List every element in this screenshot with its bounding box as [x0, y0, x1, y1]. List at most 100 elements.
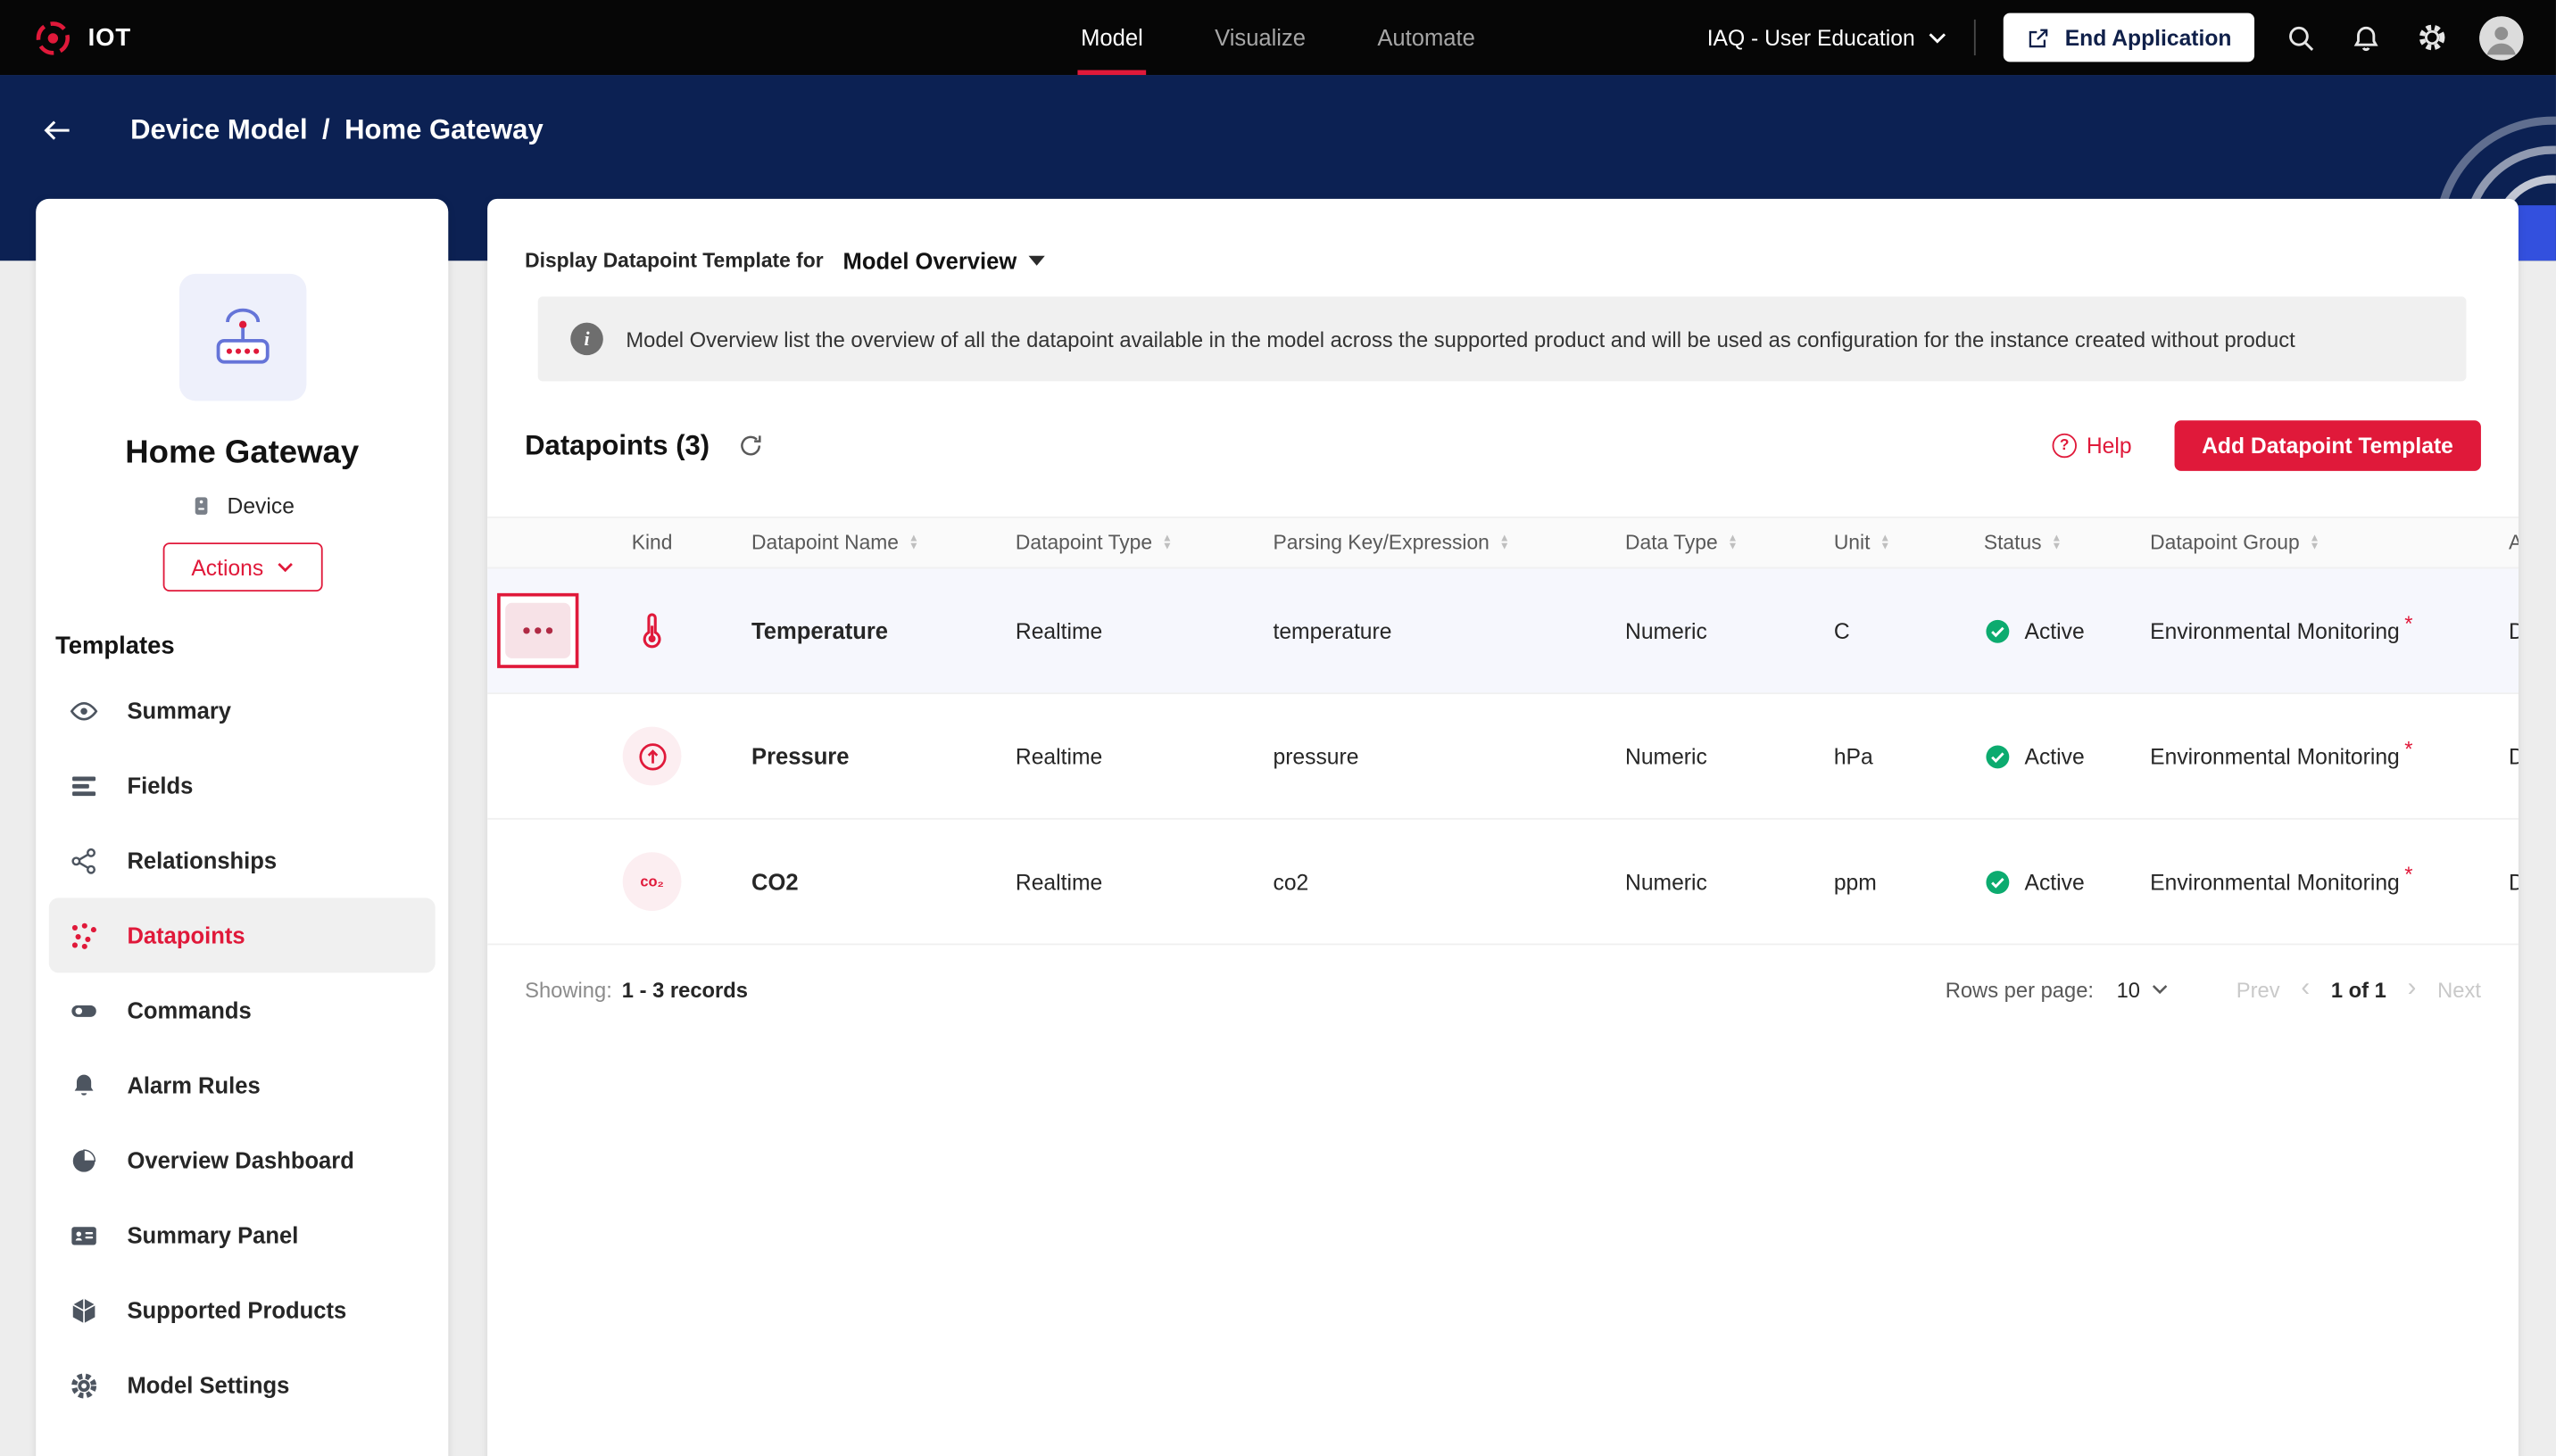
status-label: Active [2024, 743, 2085, 769]
required-asterisk: * [2404, 610, 2413, 635]
table-row-pressure: Pressure Realtime pressure Numeric hPa A… [487, 694, 2519, 820]
iot-logo-icon [33, 17, 74, 58]
parsing-key-cell: co2 [1273, 869, 1309, 894]
rows-per-page-value: 10 [2116, 976, 2141, 1002]
table-row-temperature: Temperature Realtime temperature Numeric… [487, 568, 2519, 695]
refresh-button[interactable] [734, 428, 768, 462]
chevron-right-icon[interactable]: › [2408, 975, 2417, 1002]
pagination-controls: Rows per page: 10 Prev ‹ 1 of 1 › Next [1946, 975, 2481, 1002]
sidebar-item-alarm-rules[interactable]: Alarm Rules [49, 1047, 436, 1122]
breadcrumb-separator: / [322, 113, 330, 145]
gear-icon [69, 1369, 100, 1401]
required-asterisk: * [2404, 861, 2413, 886]
nav-tab-visualize-label: Visualize [1215, 24, 1307, 51]
data-type-cell: Numeric [1625, 869, 1707, 894]
more-options-icon [523, 627, 553, 634]
back-button[interactable] [33, 108, 82, 153]
id-card-icon [69, 1220, 100, 1251]
device-type-label: Device [227, 493, 295, 518]
unit-cell: C [1833, 618, 1850, 643]
unit-cell: ppm [1833, 869, 1877, 894]
col-datapoint-group[interactable]: Datapoint Group ▲ ▼ [2128, 531, 2486, 554]
breadcrumb-device-model[interactable]: Device Model [130, 114, 307, 147]
sidebar-item-label: Relationships [127, 847, 278, 874]
actions-button[interactable]: Actions [162, 542, 322, 592]
clipped-cell: D [2485, 744, 2519, 768]
kind-cell [588, 609, 715, 651]
device-sidebar: Home Gateway Device Actions Templates Su… [36, 198, 449, 1456]
data-type-cell: Numeric [1625, 618, 1707, 643]
gear-icon [2416, 21, 2449, 54]
end-application-label: End Application [2064, 25, 2232, 50]
templates-menu: Summary Fields Relationships Datapoints [36, 673, 448, 1422]
nav-tab-automate[interactable]: Automate [1374, 0, 1479, 75]
status-cell: Active [1961, 616, 2127, 644]
sidebar-item-model-settings[interactable]: Model Settings [49, 1348, 436, 1423]
col-clipped[interactable]: A [2485, 531, 2519, 554]
sort-icon: ▲ ▼ [1498, 532, 1510, 553]
sidebar-item-summary[interactable]: Summary [49, 673, 436, 748]
sidebar-item-supported-products[interactable]: Supported Products [49, 1272, 436, 1347]
display-template-value: Model Overview [842, 247, 1017, 274]
col-label: Data Type [1625, 531, 1718, 555]
status-label: Active [2024, 869, 2085, 894]
sidebar-item-overview-dashboard[interactable]: Overview Dashboard [49, 1122, 436, 1197]
rows-per-page-select[interactable]: 10 [2117, 977, 2168, 1001]
application-selector[interactable]: IAQ - User Education [1707, 25, 1946, 50]
dashboard-pie-icon [69, 1145, 100, 1176]
display-template-dropdown[interactable]: Model Overview [843, 248, 1045, 274]
chevron-left-icon[interactable]: ‹ [2301, 975, 2310, 1002]
col-status[interactable]: Status ▲ ▼ [1961, 531, 2127, 554]
datapoints-title: Datapoints (3) [525, 429, 710, 460]
nav-tab-model-label: Model [1081, 24, 1143, 51]
search-button[interactable] [2282, 19, 2319, 56]
col-data-type[interactable]: Data Type ▲ ▼ [1602, 531, 1811, 554]
status-cell: Active [1961, 868, 2127, 896]
box-cube-icon [69, 1295, 100, 1326]
sidebar-item-datapoints[interactable]: Datapoints [48, 898, 436, 973]
col-datapoint-name[interactable]: Datapoint Name ▲ ▼ [716, 531, 993, 554]
navbar-divider [1973, 19, 1976, 56]
help-question-icon: ? [2052, 433, 2077, 459]
app-viewport: IOT Model Visualize Automate IAQ - User … [0, 0, 2556, 1456]
datapoints-table: Kind Datapoint Name ▲ ▼ Datapoint Type ▲ ▼… [487, 517, 2519, 1033]
kind-cell [588, 726, 715, 786]
sidebar-item-label: Datapoints [127, 922, 245, 949]
settings-button[interactable] [2412, 18, 2452, 57]
bell-icon [2351, 22, 2382, 54]
sidebar-item-fields[interactable]: Fields [49, 748, 436, 823]
scatter-dots-icon [69, 920, 100, 951]
nav-tab-model[interactable]: Model [1077, 0, 1147, 76]
sidebar-item-label: Overview Dashboard [127, 1146, 354, 1174]
user-avatar[interactable] [2479, 15, 2524, 60]
add-datapoint-template-button[interactable]: Add Datapoint Template [2174, 420, 2481, 471]
group-label: Environmental Monitoring [2150, 743, 2400, 769]
datapoint-group-cell: Environmental Monitoring * [2128, 736, 2486, 769]
bell-icon [69, 1070, 100, 1101]
sidebar-item-commands[interactable]: Commands [49, 972, 436, 1047]
col-parsing-key[interactable]: Parsing Key/Expression ▲ ▼ [1250, 531, 1603, 554]
sidebar-item-label: Model Settings [127, 1371, 290, 1399]
sidebar-item-summary-panel[interactable]: Summary Panel [49, 1197, 436, 1272]
next-button[interactable]: Next [2437, 977, 2481, 1001]
sidebar-item-relationships[interactable]: Relationships [49, 823, 436, 898]
col-unit[interactable]: Unit ▲ ▼ [1811, 531, 1961, 554]
col-datapoint-type[interactable]: Datapoint Type ▲ ▼ [992, 531, 1250, 554]
row-more-options-button[interactable] [505, 602, 571, 658]
help-link[interactable]: ? Help [2052, 433, 2132, 459]
brand-logo[interactable]: IOT [33, 17, 132, 58]
display-template-label: Display Datapoint Template for [525, 249, 824, 273]
col-label: Status [1983, 531, 2042, 555]
caret-down-icon [1028, 255, 1045, 266]
col-label: A [2509, 531, 2519, 554]
end-application-button[interactable]: End Application [2003, 12, 2255, 62]
chevron-down-icon [1928, 32, 1946, 44]
device-icon [190, 493, 214, 517]
notifications-button[interactable] [2347, 19, 2385, 56]
templates-section-label: Templates [55, 632, 175, 660]
nav-tab-visualize[interactable]: Visualize [1211, 0, 1308, 75]
search-icon [2286, 22, 2317, 54]
table-header-row: Kind Datapoint Name ▲ ▼ Datapoint Type ▲ ▼… [487, 517, 2519, 569]
data-type-cell: Numeric [1625, 743, 1707, 769]
prev-button[interactable]: Prev [2236, 977, 2280, 1001]
